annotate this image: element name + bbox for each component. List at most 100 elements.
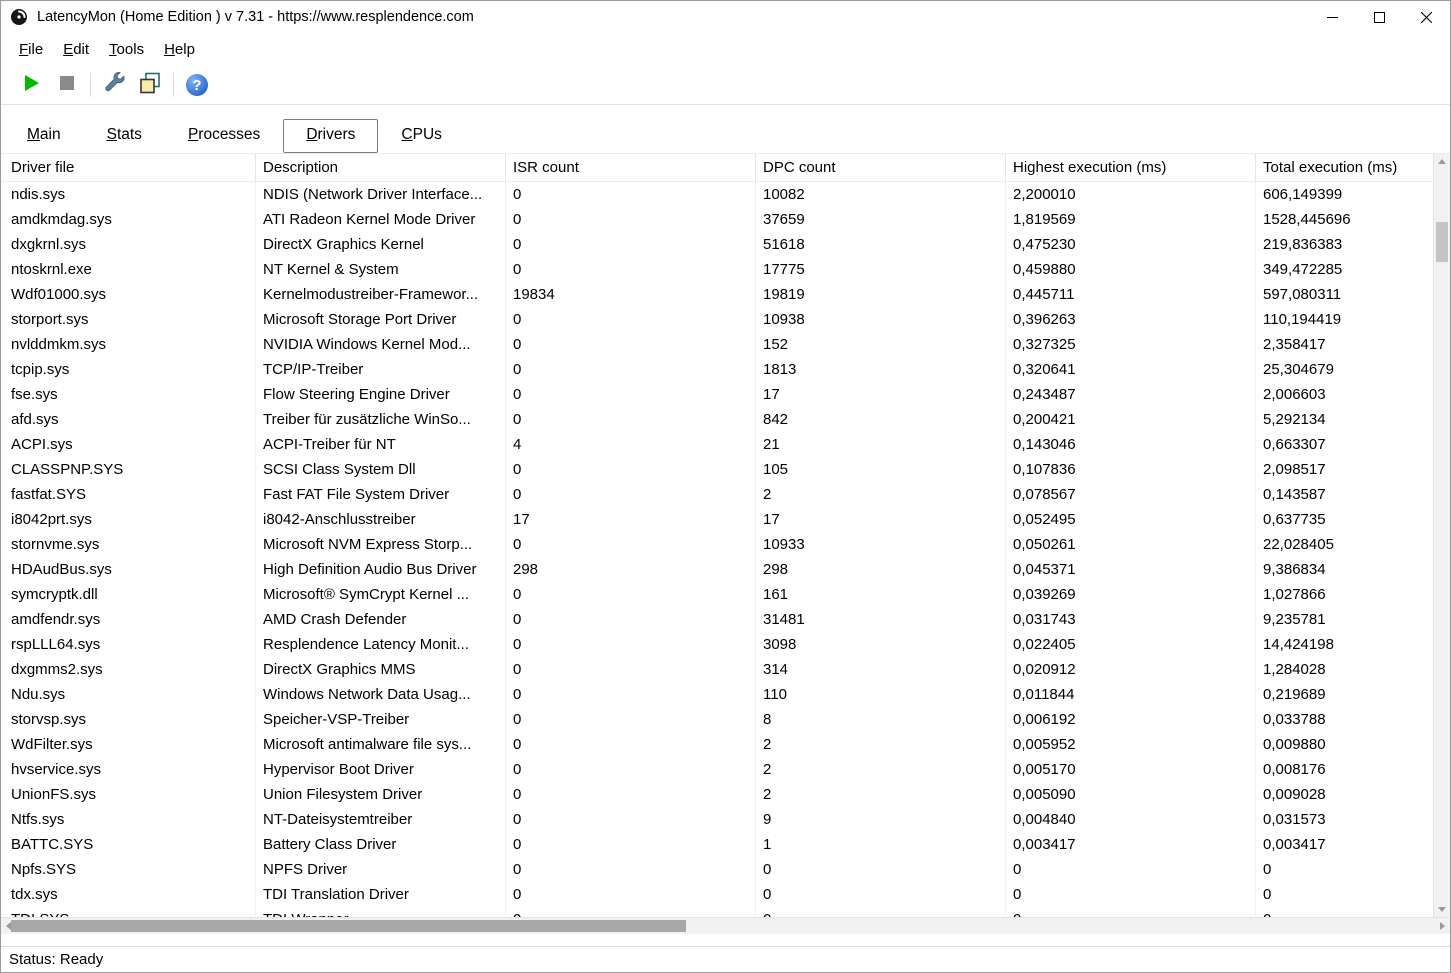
table-cell: 0,009028 xyxy=(1256,782,1433,807)
table-row[interactable]: Npfs.SYSNPFS Driver0000 xyxy=(1,857,1433,882)
tab-stats[interactable]: Stats xyxy=(84,119,165,153)
table-row[interactable]: hvservice.sysHypervisor Boot Driver020,0… xyxy=(1,757,1433,782)
table-cell: 0 xyxy=(756,857,1006,882)
table-cell: Battery Class Driver xyxy=(256,832,506,857)
table-row[interactable]: stornvme.sysMicrosoft NVM Express Storp.… xyxy=(1,532,1433,557)
table-row[interactable]: CLASSPNP.SYSSCSI Class System Dll01050,1… xyxy=(1,457,1433,482)
vertical-scrollbar-thumb[interactable] xyxy=(1436,222,1448,262)
table-cell: 0,004840 xyxy=(1006,807,1256,832)
title-bar: LatencyMon (Home Edition ) v 7.31 - http… xyxy=(1,1,1450,33)
tab-cpus[interactable]: CPUs xyxy=(378,119,465,153)
toolbar-separator xyxy=(90,73,91,97)
table-cell: 19819 xyxy=(756,282,1006,307)
table-row[interactable]: WdFilter.sysMicrosoft antimalware file s… xyxy=(1,732,1433,757)
scroll-down-icon[interactable] xyxy=(1434,902,1450,917)
help-button[interactable]: ? xyxy=(179,70,215,100)
scroll-right-icon[interactable] xyxy=(1435,918,1450,934)
vertical-scrollbar[interactable] xyxy=(1433,154,1450,917)
table-cell: 0,243487 xyxy=(1006,382,1256,407)
table-row[interactable]: dxgmms2.sysDirectX Graphics MMS03140,020… xyxy=(1,657,1433,682)
column-header-2[interactable]: ISR count xyxy=(506,154,756,181)
menu-item-edit[interactable]: Edit xyxy=(53,37,99,62)
tab-drivers[interactable]: Drivers xyxy=(283,119,378,153)
close-button[interactable] xyxy=(1403,1,1450,33)
table-cell: fse.sys xyxy=(1,382,256,407)
table-cell: 0,143046 xyxy=(1006,432,1256,457)
table-row[interactable]: ACPI.sysACPI-Treiber für NT4210,1430460,… xyxy=(1,432,1433,457)
table-row[interactable]: BATTC.SYSBattery Class Driver010,0034170… xyxy=(1,832,1433,857)
table-cell: 51618 xyxy=(756,232,1006,257)
column-header-5[interactable]: Total execution (ms) xyxy=(1256,154,1433,181)
table-cell: 0 xyxy=(506,207,756,232)
table-row[interactable]: storvsp.sysSpeicher-VSP-Treiber080,00619… xyxy=(1,707,1433,732)
table-row[interactable]: amdkmdag.sysATI Radeon Kernel Mode Drive… xyxy=(1,207,1433,232)
table-row[interactable]: ndis.sysNDIS (Network Driver Interface..… xyxy=(1,182,1433,207)
table-row[interactable]: rspLLL64.sysResplendence Latency Monit..… xyxy=(1,632,1433,657)
drivers-panel: Driver fileDescriptionISR countDPC count… xyxy=(1,153,1450,917)
table-cell: Fast FAT File System Driver xyxy=(256,482,506,507)
table-row[interactable]: fse.sysFlow Steering Engine Driver0170,2… xyxy=(1,382,1433,407)
table-cell: 161 xyxy=(756,582,1006,607)
scroll-up-icon[interactable] xyxy=(1434,154,1450,169)
column-header-3[interactable]: DPC count xyxy=(756,154,1006,181)
table-row[interactable]: afd.sysTreiber für zusätzliche WinSo...0… xyxy=(1,407,1433,432)
table-cell: 5,292134 xyxy=(1256,407,1433,432)
start-monitor-button[interactable] xyxy=(13,70,49,100)
table-cell: 0 xyxy=(506,632,756,657)
table-cell: Hypervisor Boot Driver xyxy=(256,757,506,782)
table-row[interactable]: nvlddmkm.sysNVIDIA Windows Kernel Mod...… xyxy=(1,332,1433,357)
minimize-button[interactable] xyxy=(1309,1,1356,33)
table-cell: 0 xyxy=(506,232,756,257)
table-cell: 1 xyxy=(756,832,1006,857)
table-cell: 606,149399 xyxy=(1256,182,1433,207)
tools-button[interactable] xyxy=(96,70,132,100)
table-cell: 0,006192 xyxy=(1006,707,1256,732)
table-row[interactable]: i8042prt.sysi8042-Anschlusstreiber17170,… xyxy=(1,507,1433,532)
table-row[interactable]: Ntfs.sysNT-Dateisystemtreiber090,0048400… xyxy=(1,807,1433,832)
table-row[interactable]: symcryptk.dllMicrosoft® SymCrypt Kernel … xyxy=(1,582,1433,607)
maximize-button[interactable] xyxy=(1356,1,1403,33)
menu-item-help[interactable]: Help xyxy=(154,37,205,62)
table-cell: 0,327325 xyxy=(1006,332,1256,357)
table-cell: 0,005090 xyxy=(1006,782,1256,807)
table-row[interactable]: ntoskrnl.exeNT Kernel & System0177750,45… xyxy=(1,257,1433,282)
table-row[interactable]: dxgkrnl.sysDirectX Graphics Kernel051618… xyxy=(1,232,1433,257)
tab-processes[interactable]: Processes xyxy=(165,119,283,153)
table-cell: amdkmdag.sys xyxy=(1,207,256,232)
table-row[interactable]: storport.sysMicrosoft Storage Port Drive… xyxy=(1,307,1433,332)
stop-monitor-button[interactable] xyxy=(49,70,85,100)
table-cell: 2 xyxy=(756,732,1006,757)
table-row[interactable]: TDI.SYSTDI Wrapper0000 xyxy=(1,907,1433,917)
column-header-0[interactable]: Driver file xyxy=(1,154,256,181)
table-cell: 9,235781 xyxy=(1256,607,1433,632)
table-cell: NPFS Driver xyxy=(256,857,506,882)
table-cell: 349,472285 xyxy=(1256,257,1433,282)
table-cell: 9 xyxy=(756,807,1006,832)
table-cell: 1,819569 xyxy=(1006,207,1256,232)
tab-main[interactable]: Main xyxy=(4,119,84,153)
status-bar: Status: Ready xyxy=(1,946,1450,972)
menu-item-tools[interactable]: Tools xyxy=(99,37,154,62)
horizontal-scrollbar[interactable] xyxy=(1,917,1450,934)
table-cell: 0 xyxy=(1256,907,1433,917)
column-header-4[interactable]: Highest execution (ms) xyxy=(1006,154,1256,181)
table-cell: stornvme.sys xyxy=(1,532,256,557)
table-row[interactable]: tdx.sysTDI Translation Driver0000 xyxy=(1,882,1433,907)
menu-item-file[interactable]: File xyxy=(9,37,53,62)
table-cell: 0,045371 xyxy=(1006,557,1256,582)
table-cell: Ntfs.sys xyxy=(1,807,256,832)
table-cell: 0 xyxy=(1006,907,1256,917)
table-cell: 0 xyxy=(506,707,756,732)
horizontal-scrollbar-thumb[interactable] xyxy=(11,920,686,932)
table-row[interactable]: Wdf01000.sysKernelmodustreiber-Framewor.… xyxy=(1,282,1433,307)
table-row[interactable]: HDAudBus.sysHigh Definition Audio Bus Dr… xyxy=(1,557,1433,582)
table-cell: 0,011844 xyxy=(1006,682,1256,707)
app-window: LatencyMon (Home Edition ) v 7.31 - http… xyxy=(0,0,1451,973)
table-row[interactable]: fastfat.SYSFast FAT File System Driver02… xyxy=(1,482,1433,507)
column-header-1[interactable]: Description xyxy=(256,154,506,181)
table-row[interactable]: UnionFS.sysUnion Filesystem Driver020,00… xyxy=(1,782,1433,807)
table-row[interactable]: tcpip.sysTCP/IP-Treiber018130,32064125,3… xyxy=(1,357,1433,382)
table-row[interactable]: Ndu.sysWindows Network Data Usag...01100… xyxy=(1,682,1433,707)
table-row[interactable]: amdfendr.sysAMD Crash Defender0314810,03… xyxy=(1,607,1433,632)
copy-report-button[interactable] xyxy=(132,70,168,100)
